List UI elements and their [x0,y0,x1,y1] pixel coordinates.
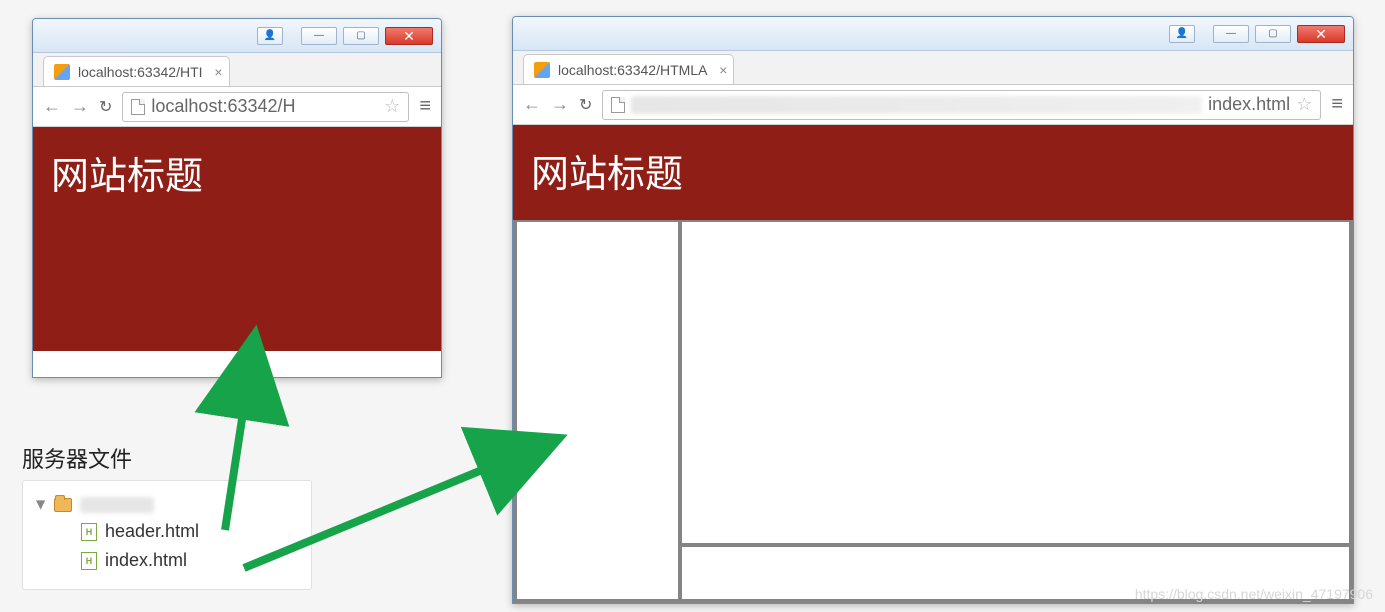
tab-title: localhost:63342/HTI [78,64,203,80]
browser-window-header: 👤 — ▢ ✕ localhost:63342/HTI × ← → ↻ loca… [32,18,442,378]
maximize-button[interactable]: ▢ [343,27,379,45]
server-files-panel: 服务器文件 ▶ header.html index.html [22,442,312,590]
folder-icon [54,498,72,512]
tab-close-icon[interactable]: × [214,64,222,80]
folder-name-blurred [80,497,154,513]
favicon-icon [534,62,550,78]
titlebar: 👤 — ▢ ✕ [33,19,441,53]
url-blurred [631,96,1202,114]
page-title: 网站标题 [51,145,423,200]
forward-icon[interactable]: → [551,94,569,115]
forward-icon[interactable]: → [71,96,89,117]
menu-icon[interactable]: ≡ [1331,93,1343,116]
section-title: 服务器文件 [22,442,312,474]
page-icon [611,97,625,113]
file-name: index.html [105,550,187,571]
html-file-icon [81,523,97,541]
url-input[interactable]: index.html ☆ [602,90,1321,120]
back-icon[interactable]: ← [523,94,541,115]
browser-window-index: 👤 — ▢ ✕ localhost:63342/HTMLA × ← → ↻ in… [512,16,1354,604]
tree-folder-row[interactable]: ▶ [37,493,297,517]
watermark: https://blog.csdn.net/weixin_47197906 [1135,586,1373,602]
reload-icon[interactable]: ↻ [99,97,112,117]
user-icon[interactable]: 👤 [257,27,283,45]
back-icon[interactable]: ← [43,96,61,117]
star-icon[interactable]: ☆ [384,96,400,117]
tab-strip: localhost:63342/HTMLA × [513,51,1353,85]
page-content: 网站标题 [513,125,1353,603]
star-icon[interactable]: ☆ [1296,94,1312,115]
url-input[interactable]: localhost:63342/H ☆ [122,92,409,122]
close-button[interactable]: ✕ [385,27,433,45]
user-icon[interactable]: 👤 [1169,25,1195,43]
html-file-icon [81,552,97,570]
page-content: 网站标题 [33,127,441,377]
minimize-button[interactable]: — [1213,25,1249,43]
menu-icon[interactable]: ≡ [419,95,431,118]
browser-tab[interactable]: localhost:63342/HTMLA × [523,54,734,84]
page-header: 网站标题 [33,127,441,351]
navbar: ← → ↻ localhost:63342/H ☆ ≡ [33,87,441,127]
file-name: header.html [105,521,199,542]
frame-left [515,220,680,601]
tab-close-icon[interactable]: × [719,62,727,78]
frame-main [680,220,1351,545]
page-header: 网站标题 [513,125,1353,220]
tab-title: localhost:63342/HTMLA [558,62,707,78]
maximize-button[interactable]: ▢ [1255,25,1291,43]
close-button[interactable]: ✕ [1297,25,1345,43]
reload-icon[interactable]: ↻ [579,95,592,115]
page-icon [131,99,145,115]
url-text: localhost:63342/H [151,96,295,117]
expand-icon[interactable]: ▶ [35,500,49,509]
tab-strip: localhost:63342/HTI × [33,53,441,87]
titlebar: 👤 — ▢ ✕ [513,17,1353,51]
tree-file-index[interactable]: index.html [81,546,297,575]
frameset [513,220,1353,603]
minimize-button[interactable]: — [301,27,337,45]
url-suffix: index.html [1208,94,1290,115]
file-tree: ▶ header.html index.html [22,480,312,590]
navbar: ← → ↻ index.html ☆ ≡ [513,85,1353,125]
browser-tab[interactable]: localhost:63342/HTI × [43,56,230,86]
favicon-icon [54,64,70,80]
page-title: 网站标题 [531,143,1335,198]
tree-file-header[interactable]: header.html [81,517,297,546]
